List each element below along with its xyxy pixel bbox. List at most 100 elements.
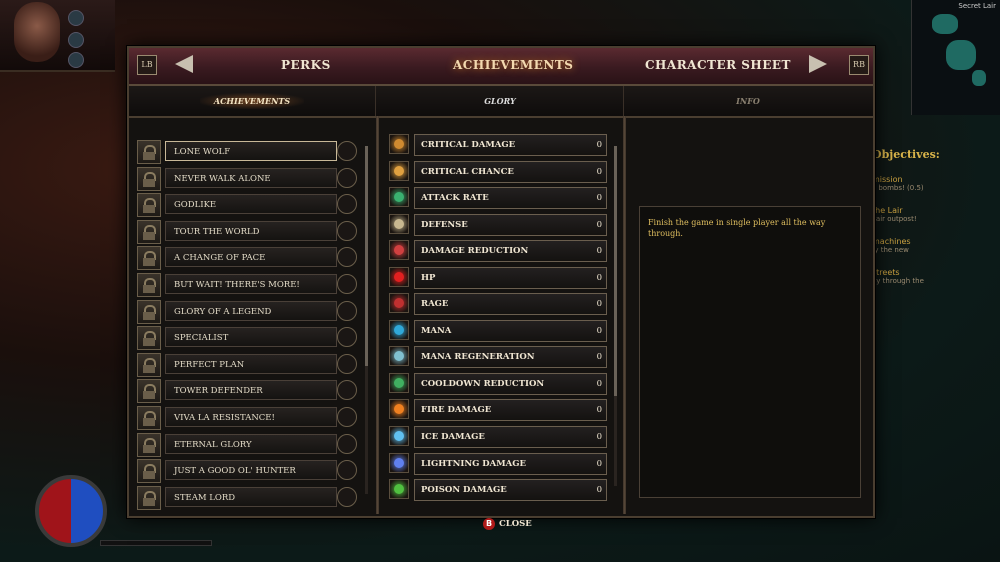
lock-icon bbox=[137, 140, 161, 164]
lock-icon bbox=[137, 379, 161, 404]
achievement-row[interactable]: A CHANGE OF PACE bbox=[137, 246, 369, 271]
glory-value: 0 bbox=[596, 432, 602, 443]
objectives-header: Objectives: bbox=[872, 148, 940, 161]
skill-slot-icon[interactable] bbox=[68, 32, 84, 48]
glory-name: POISON DAMAGE bbox=[421, 485, 507, 496]
progress-ring-icon bbox=[337, 167, 357, 188]
top-navigation: LB PERKS ACHIEVEMENTS CHARACTER SHEET RB bbox=[129, 48, 873, 86]
glory-bar: POISON DAMAGE 0 bbox=[414, 479, 607, 502]
glory-row[interactable]: MANA REGENERATION 0 bbox=[389, 346, 611, 369]
progress-ring-icon bbox=[337, 380, 357, 401]
glory-bar: RAGE 0 bbox=[414, 293, 607, 316]
glory-name: RAGE bbox=[421, 299, 449, 310]
achievement-row[interactable]: BUT WAIT! THERE'S MORE! bbox=[137, 272, 369, 297]
tab-perks[interactable]: PERKS bbox=[281, 58, 331, 72]
lock-icon bbox=[137, 459, 161, 484]
scrollbar-thumb[interactable] bbox=[614, 146, 617, 396]
progress-ring-icon bbox=[337, 300, 357, 321]
achievement-label: ETERNAL GLORY bbox=[165, 433, 337, 454]
achievement-row[interactable]: ETERNAL GLORY bbox=[137, 432, 369, 457]
glory-row[interactable]: RAGE 0 bbox=[389, 293, 611, 316]
character-portrait bbox=[0, 0, 115, 72]
damage-reduction-icon bbox=[389, 240, 409, 261]
achievement-row[interactable]: STEAM LORD bbox=[137, 485, 369, 510]
glory-name: COOLDOWN REDUCTION bbox=[421, 378, 545, 389]
lb-key-icon[interactable]: LB bbox=[137, 55, 157, 75]
glory-bar: COOLDOWN REDUCTION 0 bbox=[414, 372, 607, 395]
ice-damage-icon bbox=[389, 426, 409, 447]
glory-value: 0 bbox=[596, 219, 602, 230]
objective-title: mission bbox=[872, 175, 903, 184]
sub-navigation: ACHIEVEMENTS GLORY INFO bbox=[129, 86, 873, 118]
achievement-row[interactable]: PERFECT PLAN bbox=[137, 352, 369, 377]
lock-icon bbox=[137, 219, 161, 244]
glory-value: 0 bbox=[596, 246, 602, 257]
glory-row[interactable]: CRITICAL DAMAGE 0 bbox=[389, 134, 611, 156]
portrait-face bbox=[14, 2, 60, 62]
achievement-label: BUT WAIT! THERE'S MORE! bbox=[165, 273, 337, 294]
achievement-row[interactable]: TOUR THE WORLD bbox=[137, 219, 369, 244]
achievement-row[interactable]: GODLIKE bbox=[137, 193, 369, 218]
rage-icon bbox=[389, 293, 409, 314]
subtab-glory[interactable]: GLORY bbox=[377, 86, 624, 116]
glory-row[interactable]: COOLDOWN REDUCTION 0 bbox=[389, 372, 611, 395]
column-divider bbox=[623, 116, 626, 514]
glory-row[interactable]: ATTACK RATE 0 bbox=[389, 187, 611, 210]
glory-name: MANA REGENERATION bbox=[421, 352, 535, 363]
column-divider bbox=[376, 116, 379, 514]
progress-ring-icon bbox=[337, 460, 357, 481]
glory-row[interactable]: DEFENSE 0 bbox=[389, 213, 611, 236]
glory-row[interactable]: ICE DAMAGE 0 bbox=[389, 426, 611, 449]
glory-bar: CRITICAL DAMAGE 0 bbox=[414, 134, 607, 156]
lock-icon bbox=[137, 166, 161, 191]
glory-row[interactable]: CRITICAL CHANCE 0 bbox=[389, 160, 611, 183]
glory-name: ATTACK RATE bbox=[421, 193, 489, 204]
skill-slot-icon[interactable] bbox=[68, 10, 84, 26]
achievement-row[interactable]: LONE WOLF bbox=[137, 140, 369, 164]
subtab-info[interactable]: INFO bbox=[625, 86, 871, 116]
critical-chance-icon bbox=[389, 160, 409, 181]
glory-name: DAMAGE REDUCTION bbox=[421, 246, 529, 257]
glory-row[interactable]: POISON DAMAGE 0 bbox=[389, 479, 611, 502]
skill-slot-icon[interactable] bbox=[68, 52, 84, 68]
rb-key-icon[interactable]: RB bbox=[849, 55, 869, 75]
glory-name: CRITICAL DAMAGE bbox=[421, 140, 516, 150]
next-arrow-icon[interactable] bbox=[809, 55, 827, 73]
lock-icon bbox=[137, 352, 161, 377]
glory-row[interactable]: MANA 0 bbox=[389, 319, 611, 342]
lightning-damage-icon bbox=[389, 452, 409, 473]
achievement-scrollbar[interactable] bbox=[365, 146, 368, 494]
glory-scrollbar[interactable] bbox=[614, 146, 617, 486]
glory-bar: MANA REGENERATION 0 bbox=[414, 346, 607, 369]
achievement-description: Finish the game in single player all the… bbox=[648, 218, 826, 238]
achievement-row[interactable]: SPECIALIST bbox=[137, 326, 369, 351]
achievement-label: PERFECT PLAN bbox=[165, 353, 337, 374]
glory-row[interactable]: LIGHTNING DAMAGE 0 bbox=[389, 452, 611, 475]
glory-row[interactable]: FIRE DAMAGE 0 bbox=[389, 399, 611, 422]
tab-achievements[interactable]: ACHIEVEMENTS bbox=[453, 58, 573, 72]
glory-value: 0 bbox=[596, 485, 602, 496]
glory-name: ICE DAMAGE bbox=[421, 432, 485, 443]
achievement-row[interactable]: NEVER WALK ALONE bbox=[137, 166, 369, 191]
subtab-achievements[interactable]: ACHIEVEMENTS bbox=[129, 86, 376, 116]
poison-damage-icon bbox=[389, 479, 409, 500]
achievement-row[interactable]: JUST A GOOD OL' HUNTER bbox=[137, 459, 369, 484]
scrollbar-thumb[interactable] bbox=[365, 146, 368, 366]
achievement-row[interactable]: GLORY OF A LEGEND bbox=[137, 299, 369, 324]
achievement-row[interactable]: VIVA LA RESISTANCE! bbox=[137, 405, 369, 430]
objective-sub: Lair outpost! bbox=[872, 215, 917, 223]
achievement-label: JUST A GOOD OL' HUNTER bbox=[165, 460, 337, 481]
info-panel: Finish the game in single player all the… bbox=[639, 206, 861, 498]
lock-icon bbox=[137, 326, 161, 351]
glory-row[interactable]: DAMAGE REDUCTION 0 bbox=[389, 240, 611, 263]
progress-ring-icon bbox=[337, 327, 357, 348]
glory-row[interactable]: HP 0 bbox=[389, 266, 611, 289]
progress-ring-icon bbox=[337, 247, 357, 268]
glory-value: 0 bbox=[596, 299, 602, 310]
minimap[interactable]: Secret Lair bbox=[911, 0, 1000, 115]
prev-arrow-icon[interactable] bbox=[175, 55, 193, 73]
achievement-row[interactable]: TOWER DEFENDER bbox=[137, 379, 369, 404]
tab-character-sheet[interactable]: CHARACTER SHEET bbox=[645, 58, 791, 72]
glory-list: CRITICAL DAMAGE 0 CRITICAL CHANCE 0 ATTACK R… bbox=[389, 134, 611, 506]
close-label: CLOSE bbox=[499, 519, 532, 529]
